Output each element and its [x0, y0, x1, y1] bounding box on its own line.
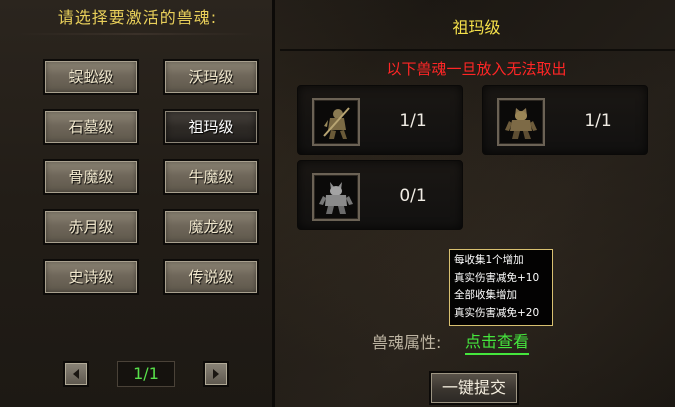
divider [280, 49, 675, 51]
slot-count: 0/1 [399, 186, 427, 206]
tooltip-line: 真实伤害减免+20 [454, 306, 540, 319]
level-title: 祖玛级 [452, 18, 501, 37]
tooltip-line: 每收集1个增加 [454, 254, 524, 266]
level-button-woma[interactable]: 沃玛级 [163, 59, 259, 95]
zuma-guardian-icon[interactable] [497, 98, 545, 146]
soul-slot[interactable]: 0/1 [297, 160, 463, 230]
arrow-right-icon [213, 369, 219, 379]
divider [14, 33, 260, 35]
submit-all-button[interactable]: 一键提交 [429, 371, 519, 405]
tooltip-line: 全部收集增加 [454, 289, 517, 301]
page-indicator: 1/1 [117, 361, 175, 387]
level-select-panel: 请选择要激活的兽魂: 蜈蚣级 沃玛级 石墓级 祖玛级 骨魔级 牛魔级 赤月级 魔… [0, 0, 275, 407]
level-select-title: 请选择要激活的兽魂: [57, 8, 218, 27]
prev-page-button[interactable] [63, 361, 89, 387]
level-button-demon-dragon[interactable]: 魔龙级 [163, 209, 259, 245]
level-button-zuma[interactable]: 祖玛级 [163, 109, 259, 145]
zuma-statue-icon[interactable] [312, 173, 360, 221]
soul-attribute-label: 兽魂属性: [372, 333, 442, 352]
level-button-epic[interactable]: 史诗级 [43, 259, 139, 295]
tooltip-line: 真实伤害减免+10 [454, 271, 540, 284]
slot-count: 1/1 [399, 111, 427, 131]
arrow-left-icon [73, 369, 79, 379]
soul-slot[interactable]: 1/1 [482, 85, 648, 155]
soul-slot[interactable]: 1/1 [297, 85, 463, 155]
game-window: 请选择要激活的兽魂: 蜈蚣级 沃玛级 石墓级 祖玛级 骨魔级 牛魔级 赤月级 魔… [0, 0, 675, 407]
level-button-centipede[interactable]: 蜈蚣级 [43, 59, 139, 95]
bonus-tooltip: 每收集1个增加 真实伤害减免+10 全部收集增加 真实伤害减免+20 [449, 249, 553, 326]
level-button-bull-demon[interactable]: 牛魔级 [163, 159, 259, 195]
warning-text: 以下兽魂一旦放入无法取出 [386, 60, 567, 78]
level-button-tomb[interactable]: 石墓级 [43, 109, 139, 145]
zuma-archer-icon[interactable] [312, 98, 360, 146]
level-button-red-moon[interactable]: 赤月级 [43, 209, 139, 245]
level-button-legend[interactable]: 传说级 [163, 259, 259, 295]
next-page-button[interactable] [203, 361, 229, 387]
slot-count: 1/1 [584, 111, 612, 131]
level-button-bone-demon[interactable]: 骨魔级 [43, 159, 139, 195]
view-attributes-link[interactable]: 点击查看 [465, 328, 530, 355]
